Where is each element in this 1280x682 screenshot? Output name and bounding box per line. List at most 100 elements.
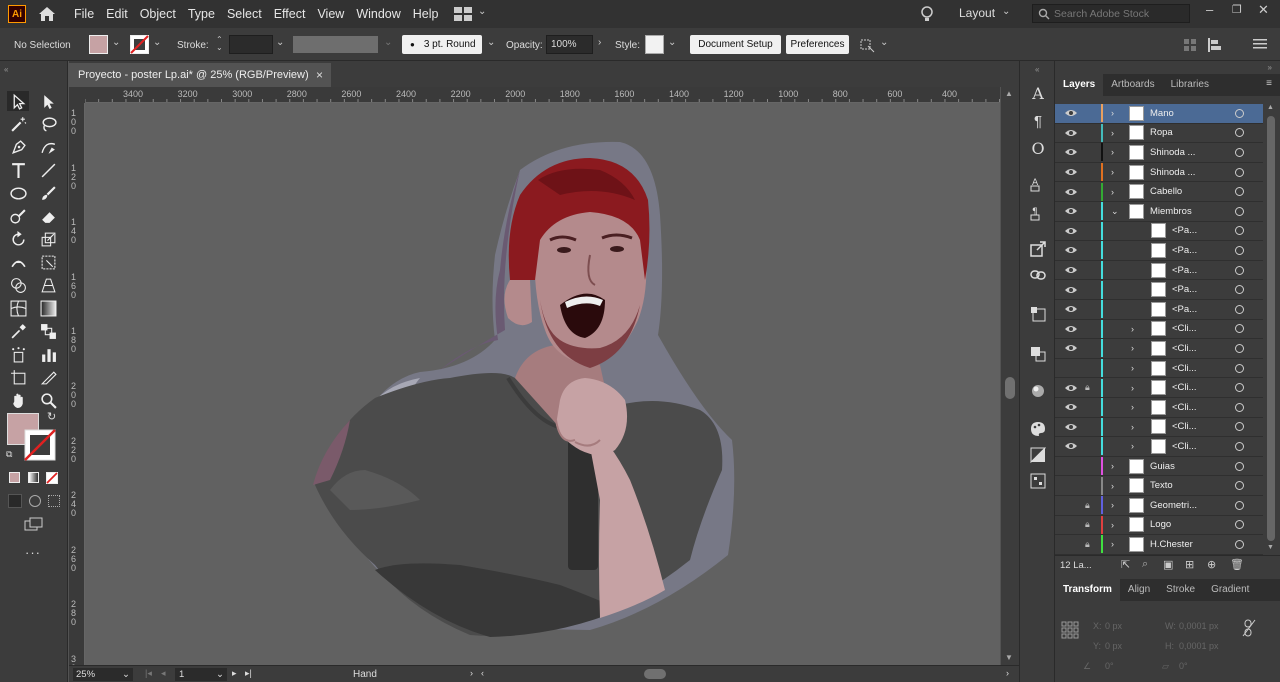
- collapse-icon[interactable]: «: [4, 65, 8, 74]
- target-icon[interactable]: [1235, 324, 1244, 334]
- scale-tool[interactable]: [37, 229, 59, 249]
- target-icon[interactable]: [1235, 108, 1244, 118]
- new-sublayer-icon[interactable]: ⊞: [1185, 558, 1194, 571]
- eye-icon[interactable]: [1064, 108, 1078, 118]
- scroll-up-icon[interactable]: ▲: [1005, 89, 1013, 98]
- paragraph-panel-icon[interactable]: ¶: [1028, 111, 1048, 131]
- eye-icon[interactable]: [1064, 206, 1078, 216]
- width-tool[interactable]: [7, 252, 29, 272]
- target-icon[interactable]: [1235, 363, 1244, 373]
- brush-definition[interactable]: ● 3 pt. Round: [402, 35, 482, 54]
- layer-row[interactable]: › <Cli...: [1055, 339, 1263, 359]
- lasso-tool[interactable]: [37, 114, 59, 134]
- preferences-button[interactable]: Preferences: [786, 35, 849, 54]
- expand-arrow-icon[interactable]: ›: [1111, 461, 1114, 471]
- target-icon[interactable]: [1235, 147, 1244, 157]
- curvature-tool[interactable]: [37, 137, 59, 157]
- opacity-field[interactable]: 100%: [546, 35, 593, 54]
- constrain-proportions-icon[interactable]: [1242, 619, 1256, 637]
- tab-layers[interactable]: Layers: [1055, 74, 1104, 96]
- shaper-tool[interactable]: [7, 206, 29, 226]
- menu-edit[interactable]: Edit: [106, 7, 128, 21]
- panel-menu-icon[interactable]: ≡: [1266, 78, 1272, 89]
- horizontal-ruler[interactable]: 3400 3200 3000 2800 2600 2400 2200 2000 1800 1600…: [85, 87, 1000, 103]
- free-transform-tool[interactable]: [37, 252, 59, 272]
- eye-icon[interactable]: [1064, 128, 1078, 138]
- prev-artboard-icon[interactable]: ◂: [161, 668, 166, 679]
- layer-row[interactable]: › <Cli...: [1055, 319, 1263, 340]
- default-colors-icon[interactable]: ⧉: [6, 449, 12, 460]
- brushes-icon[interactable]: [1028, 471, 1048, 491]
- expand-arrow-icon[interactable]: ›: [1131, 363, 1134, 373]
- eye-icon[interactable]: [1064, 265, 1078, 275]
- expand-arrow-icon[interactable]: ›: [1131, 324, 1134, 334]
- magic-wand-tool[interactable]: [7, 114, 29, 134]
- screen-mode-icon[interactable]: [24, 517, 44, 531]
- layer-row[interactable]: <Pa...: [1055, 300, 1263, 320]
- fill-swatch[interactable]: [89, 35, 108, 54]
- links-icon[interactable]: [1028, 265, 1048, 285]
- target-icon[interactable]: [1235, 226, 1244, 236]
- none-mode-icon[interactable]: [46, 472, 58, 484]
- pen-tool[interactable]: [7, 137, 29, 157]
- target-icon[interactable]: [1235, 304, 1244, 314]
- tab-libraries[interactable]: Libraries: [1163, 74, 1217, 96]
- vertical-ruler[interactable]: 1 0 0 1 2 0 1 4 0 1 6 0 1 8 0 2 0 0 2 2 0 2 4 0…: [69, 103, 85, 682]
- layer-row[interactable]: › Guias: [1055, 457, 1263, 477]
- char-styles-icon[interactable]: A: [1028, 174, 1048, 194]
- gradient-mode-icon[interactable]: [28, 472, 39, 483]
- layer-row[interactable]: <Pa...: [1055, 221, 1263, 242]
- layer-row[interactable]: › <Cli...: [1055, 437, 1263, 457]
- eye-icon[interactable]: [1064, 402, 1078, 412]
- eye-icon[interactable]: [1064, 226, 1078, 236]
- expand-arrow-icon[interactable]: ›: [1111, 187, 1114, 197]
- scroll-thumb[interactable]: [1267, 116, 1275, 541]
- menu-type[interactable]: Type: [188, 7, 215, 21]
- lightbulb-icon[interactable]: [920, 5, 934, 23]
- locate-object-icon[interactable]: ⌕: [1142, 558, 1148, 571]
- stroke-stepper[interactable]: ⌃ ⌄: [216, 36, 223, 52]
- stroke-weight-field[interactable]: [229, 35, 273, 54]
- color-guide-icon[interactable]: [1028, 419, 1048, 439]
- swatches-icon[interactable]: [1028, 445, 1048, 465]
- layer-row[interactable]: 🔒︎ › Geometri...: [1055, 496, 1263, 516]
- eye-icon[interactable]: [1064, 245, 1078, 255]
- layer-row[interactable]: › Ropa: [1055, 123, 1263, 144]
- search-input[interactable]: Search Adobe Stock: [1054, 8, 1149, 20]
- menu-object[interactable]: Object: [140, 7, 176, 21]
- layer-row[interactable]: <Pa...: [1055, 280, 1263, 300]
- ruler-origin[interactable]: [69, 87, 85, 103]
- draw-inside-icon[interactable]: [48, 495, 60, 507]
- target-icon[interactable]: [1235, 481, 1244, 491]
- lock-icon[interactable]: 🔒︎: [1085, 500, 1090, 511]
- layer-row[interactable]: › Cabello: [1055, 182, 1263, 202]
- eye-icon[interactable]: [1064, 343, 1078, 353]
- first-artboard-icon[interactable]: |◂: [145, 668, 152, 679]
- artboards-panel-icon[interactable]: [1028, 304, 1048, 324]
- expand-arrow-icon[interactable]: ›: [1111, 520, 1114, 530]
- menu-window[interactable]: Window: [356, 7, 400, 21]
- target-icon[interactable]: [1235, 245, 1244, 255]
- layer-row[interactable]: › <Cli...: [1055, 359, 1263, 379]
- line-tool[interactable]: [37, 160, 59, 180]
- expand-arrow-icon[interactable]: ›: [1111, 108, 1114, 118]
- status-menu-icon[interactable]: ›: [470, 668, 473, 678]
- swap-colors-icon[interactable]: ↻: [47, 410, 56, 423]
- x-field[interactable]: 0 px: [1105, 621, 1122, 631]
- selection-tool[interactable]: [7, 91, 29, 111]
- close-tab-icon[interactable]: ×: [316, 68, 323, 82]
- chevron-down-icon[interactable]: ⌄: [478, 6, 486, 17]
- draw-normal-icon[interactable]: [8, 494, 22, 508]
- variable-width-profile[interactable]: [293, 36, 378, 53]
- target-icon[interactable]: [1235, 285, 1244, 295]
- para-styles-icon[interactable]: ¶: [1028, 203, 1048, 223]
- shear-field[interactable]: 0°: [1179, 661, 1188, 671]
- home-icon[interactable]: [38, 6, 56, 22]
- eye-icon[interactable]: [1064, 441, 1078, 451]
- zoom-tool[interactable]: [37, 390, 59, 410]
- artboard-field[interactable]: 1 ⌄: [175, 668, 227, 681]
- stock-search[interactable]: Search Adobe Stock: [1032, 4, 1190, 23]
- rotate-field[interactable]: 0°: [1105, 661, 1114, 671]
- expand-arrow-icon[interactable]: ⌄: [1111, 206, 1119, 217]
- arrange-documents-icon[interactable]: [454, 7, 472, 21]
